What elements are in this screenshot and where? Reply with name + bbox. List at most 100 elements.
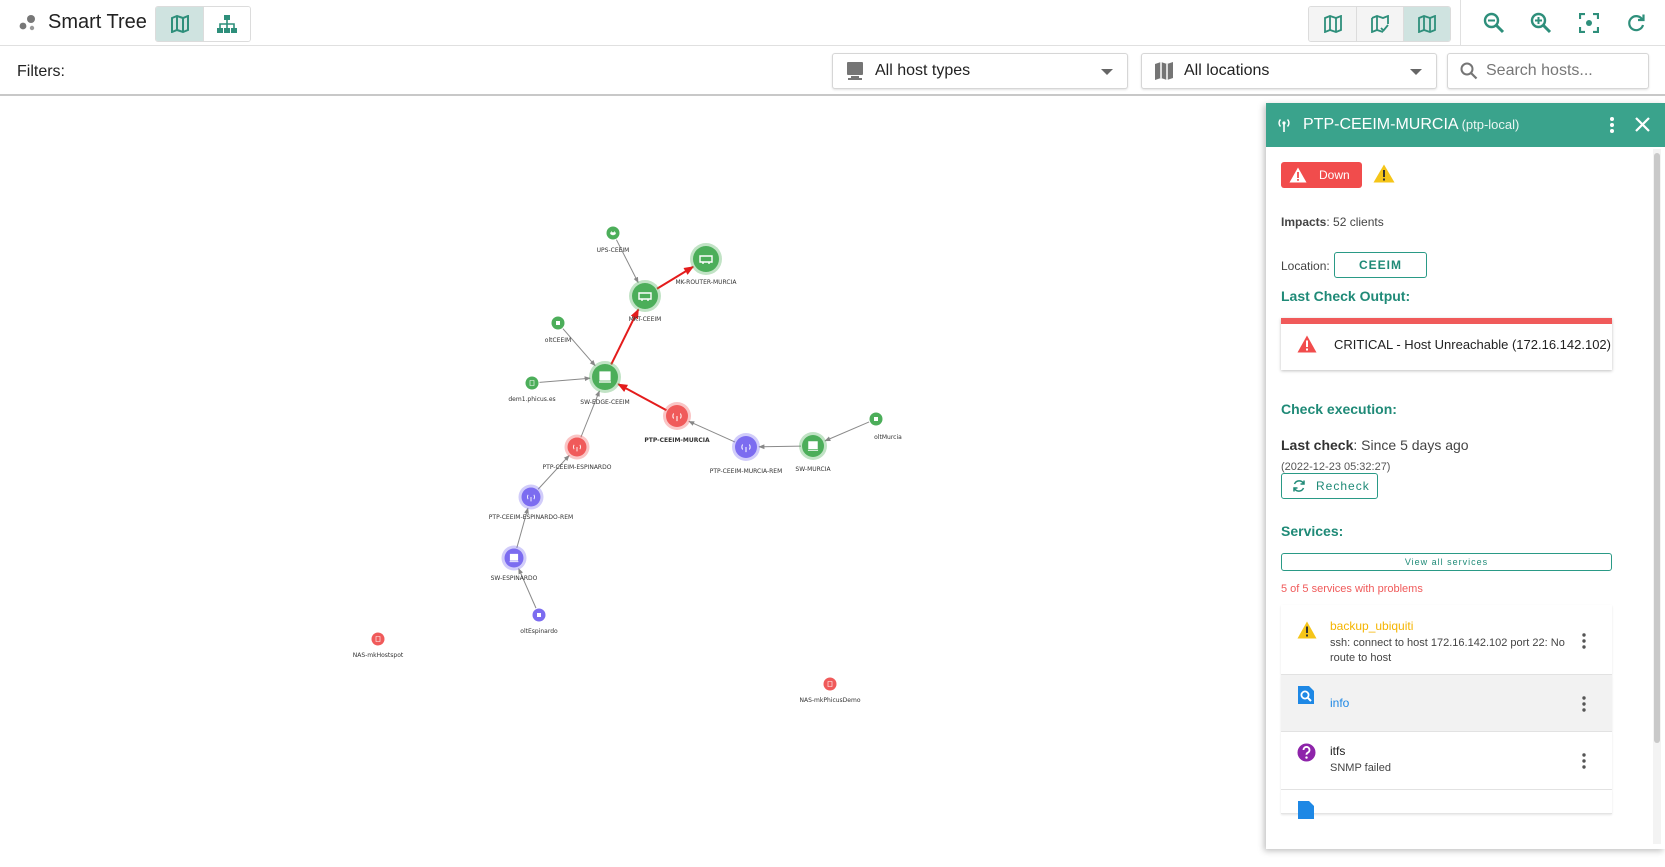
node-label: PTP-CEEIM-MURCIA: [644, 437, 710, 444]
node-circle[interactable]: [632, 283, 658, 309]
service-output: ssh: connect to host 172.16.142.102 port…: [1330, 637, 1565, 664]
filter-bar: Filters: All host types All locations: [0, 47, 1665, 96]
service-name: backup_ubiquiti: [1330, 619, 1414, 633]
graph-node[interactable]: NAS-mkPhicusDemo: [799, 677, 861, 705]
warning-icon: [1297, 335, 1317, 353]
chevron-down-icon: [1410, 69, 1422, 75]
hierarchy-view-button[interactable]: [203, 7, 250, 41]
layer-map-outline-button[interactable]: [1403, 7, 1450, 41]
more-vert-icon[interactable]: [1582, 633, 1586, 649]
network-graph[interactable]: UPS-CEEIM MK-ROUTER-MURCIA MKT-CEEIM oltCEE…: [0, 98, 1266, 867]
location-chip[interactable]: CEEIM: [1334, 252, 1427, 278]
graph-edge: [537, 455, 570, 490]
service-item[interactable]: info: [1281, 675, 1612, 732]
view-all-services-button[interactable]: View all services: [1281, 553, 1612, 571]
location-select[interactable]: All locations: [1141, 53, 1437, 89]
node-circle[interactable]: [371, 632, 385, 646]
layer-map-button[interactable]: [1309, 7, 1356, 41]
panel-header: PTP-CEEIM-MURCIA (ptp-local): [1266, 103, 1665, 147]
services-title: Services:: [1281, 523, 1344, 539]
zoom-out-icon: [1483, 12, 1505, 34]
node-circle[interactable]: [525, 376, 539, 390]
node-label: SW-MURCIA: [795, 466, 831, 473]
zoom-out-button[interactable]: [1481, 10, 1507, 36]
device-icon: [537, 613, 541, 617]
node-circle[interactable]: [823, 677, 837, 691]
map-view-button[interactable]: [156, 7, 203, 41]
host-detail-panel: PTP-CEEIM-MURCIA (ptp-local) Down Impacts…: [1266, 103, 1665, 849]
graph-node[interactable]: oltMurcia: [869, 412, 903, 442]
recheck-button[interactable]: Recheck: [1281, 473, 1378, 499]
map-check-icon: [1371, 15, 1389, 33]
device-icon: [556, 321, 560, 325]
top-bar: Smart Tree: [0, 0, 1665, 46]
graph-node[interactable]: UPS-CEEIM: [597, 226, 630, 255]
host-type-value: All host types: [875, 62, 971, 79]
graph-node[interactable]: MK-ROUTER-MURCIA: [676, 243, 738, 286]
graph-canvas[interactable]: UPS-CEEIM MK-ROUTER-MURCIA MKT-CEEIM oltCEE…: [0, 98, 1266, 867]
refresh-button[interactable]: [1623, 10, 1649, 36]
graph-node[interactable]: NAS-mkHostspot: [353, 632, 404, 660]
app-title: Smart Tree: [48, 11, 147, 33]
check-output-text: CRITICAL - Host Unreachable (172.16.142.…: [1334, 337, 1611, 352]
host-type-subtitle: (ptp-local): [1461, 117, 1520, 132]
switch-icon: [599, 371, 611, 383]
close-icon[interactable]: [1634, 116, 1651, 133]
layer-map-check-button[interactable]: [1356, 7, 1403, 41]
host-type-select[interactable]: All host types: [832, 53, 1128, 89]
services-list: backup_ubiquiti ssh: connect to host 172…: [1281, 605, 1612, 819]
node-label: dem1.phicus.es: [508, 396, 555, 403]
warning-icon: [1373, 164, 1395, 183]
map-icon: [1155, 62, 1173, 80]
node-label: oltEspinardo: [520, 628, 558, 635]
switch-icon: [509, 553, 519, 563]
zoom-in-button[interactable]: [1528, 10, 1554, 36]
layer-toggle: [1308, 6, 1451, 42]
device-icon: [874, 417, 878, 421]
switch-icon: [807, 441, 819, 451]
graph-node[interactable]: PTP-CEEIM-ESPINARDO: [543, 434, 612, 472]
graph-node[interactable]: oltEspinardo: [520, 608, 558, 636]
node-label: PTP-CEEIM-MURCIA-REM: [710, 468, 783, 475]
refresh-icon: [1628, 14, 1645, 32]
more-vert-icon[interactable]: [1609, 115, 1615, 135]
more-vert-icon[interactable]: [1582, 753, 1586, 769]
graph-node[interactable]: dem1.phicus.es: [508, 376, 556, 404]
fit-view-button[interactable]: [1576, 10, 1602, 36]
recheck-label: Recheck: [1316, 479, 1370, 493]
graph-edge: [580, 390, 600, 438]
node-label: UPS-CEEIM: [597, 247, 630, 254]
graph-node[interactable]: SW-MURCIA: [795, 432, 831, 473]
service-name: itfs: [1330, 744, 1346, 758]
node-label: SW-ESPINARDO: [491, 575, 538, 582]
fit-view-icon: [1579, 13, 1599, 33]
filters-label: Filters:: [17, 63, 65, 80]
last-check-output-title: Last Check Output:: [1281, 288, 1411, 304]
search-box[interactable]: [1447, 53, 1649, 89]
service-item[interactable]: backup_ubiquiti ssh: connect to host 172…: [1281, 605, 1612, 675]
more-vert-icon[interactable]: [1582, 696, 1586, 712]
app-logo-icon: [19, 15, 35, 31]
graph-edge: [562, 328, 596, 367]
service-item[interactable]: [1281, 790, 1612, 819]
search-input[interactable]: [1486, 62, 1636, 80]
check-output-box: CRITICAL - Host Unreachable (172.16.142.…: [1281, 318, 1612, 370]
graph-node[interactable]: PTP-CEEIM-MURCIA-REM: [710, 433, 783, 475]
graph-node[interactable]: PTP-CEEIM-ESPINARDO-REM: [489, 484, 573, 522]
service-item[interactable]: itfs SNMP failed: [1281, 732, 1612, 790]
warning-icon: [1289, 167, 1307, 183]
warning-icon: [1297, 621, 1317, 639]
node-label: PTP-CEEIM-ESPINARDO-REM: [489, 514, 573, 521]
graph-node[interactable]: PTP-CEEIM-MURCIA: [644, 402, 710, 444]
last-check-date: (2022-12-23 05:32:27): [1281, 461, 1391, 473]
map-icon: [1323, 15, 1342, 33]
graph-node[interactable]: oltCEEIM: [545, 316, 571, 345]
chevron-down-icon: [1101, 69, 1113, 75]
last-check-text: Last check: Since 5 days ago: [1281, 437, 1469, 453]
node-circle[interactable]: [693, 246, 719, 272]
node-label: SW-EDGE-CEEIM: [580, 399, 629, 406]
graph-node[interactable]: SW-EDGE-CEEIM: [580, 361, 630, 406]
sitemap-icon: [217, 15, 237, 33]
graph-node[interactable]: SW-ESPINARDO: [491, 545, 538, 583]
graph-node[interactable]: MKT-CEEIM: [629, 280, 662, 323]
